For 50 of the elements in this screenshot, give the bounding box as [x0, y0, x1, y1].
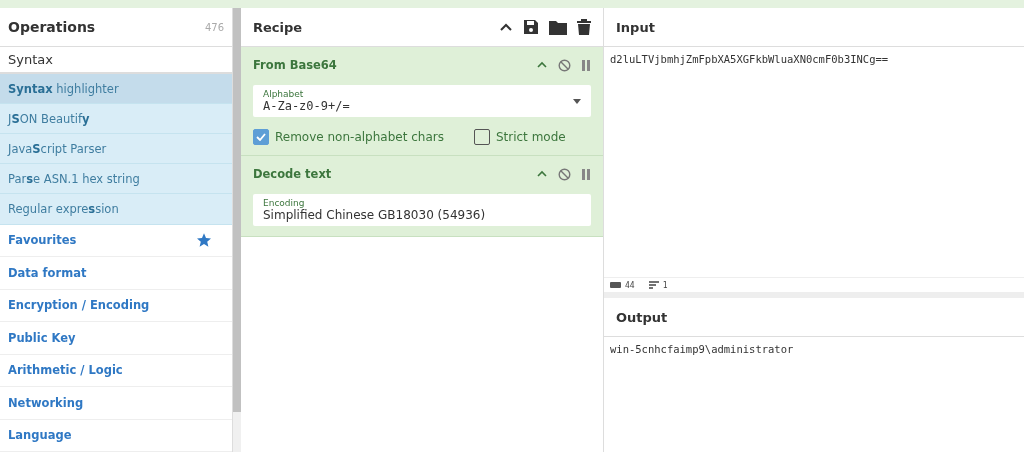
checkbox-label: Strict mode	[495, 130, 566, 144]
category-item[interactable]: Favourites	[0, 224, 232, 258]
input-field[interactable]: Encoding Simplified Chinese GB18030 (54936)	[253, 194, 591, 226]
line-count: 1	[662, 280, 668, 290]
search-result[interactable]: JavaScript Parser	[0, 134, 232, 165]
characters-icon	[610, 282, 621, 288]
folder-icon[interactable]	[549, 19, 567, 35]
save-icon[interactable]	[523, 19, 539, 35]
search-result[interactable]: JSON Beautify	[0, 104, 232, 135]
star-icon	[196, 232, 212, 249]
search-result[interactable]: Parse ASN.1 hex string	[0, 164, 232, 195]
trash-icon[interactable]	[577, 19, 591, 35]
chevron-up-icon[interactable]	[499, 22, 513, 32]
category-item[interactable]: Arithmetic / Logic	[0, 354, 232, 388]
category-label: Encryption / Encoding	[8, 298, 150, 313]
category-item[interactable]: Networking	[0, 387, 232, 420]
panel-title: Output	[604, 298, 1024, 337]
caret-icon	[573, 98, 581, 104]
panel-title: Operations	[8, 19, 96, 35]
category-label: Language	[8, 428, 72, 443]
disable-icon[interactable]	[558, 58, 571, 72]
checkbox[interactable]	[253, 129, 269, 145]
checkmark-icon	[256, 133, 266, 141]
scrollbar-thumb[interactable]	[233, 8, 241, 412]
category-item[interactable]: Encryption / Encoding	[0, 289, 232, 323]
operation-count: 476	[204, 21, 224, 33]
checkbox[interactable]	[473, 129, 490, 145]
search-result[interactable]: Syntax highlighter	[0, 74, 232, 105]
checkbox-label: Remove non-alphabet chars	[275, 130, 444, 144]
lines-icon	[648, 281, 659, 289]
category-item[interactable]: Data format	[0, 257, 232, 290]
step-title: From Base64	[253, 58, 337, 72]
category-label: Networking	[8, 395, 84, 410]
panel-title: Input	[604, 8, 1024, 47]
pause-icon[interactable]	[581, 168, 591, 180]
category-label: Favourites	[8, 233, 77, 248]
character-count: 44	[625, 280, 635, 290]
category-label: Data format	[8, 265, 87, 280]
dropdown-field[interactable]: Alphabet A-Za-z0-9+/=	[253, 85, 591, 117]
search-result[interactable]: Regular expression	[0, 194, 232, 225]
disable-icon[interactable]	[558, 167, 571, 181]
category-label: Arithmetic / Logic	[8, 363, 123, 378]
category-label: Public Key	[8, 330, 76, 345]
output-text: win-5cnhcfaimp9\administrator	[609, 342, 795, 357]
pause-icon[interactable]	[581, 59, 591, 71]
category-item[interactable]: Language	[0, 419, 232, 452]
category-item[interactable]: Public Key	[0, 322, 232, 355]
panel-title: Recipe	[253, 19, 303, 35]
step-title: Decode text	[253, 167, 332, 181]
input-text[interactable]: d2luLTVjbmhjZmFpbXA5XGFkbWluaXN0cmF0b3INCg==	[604, 47, 1024, 277]
